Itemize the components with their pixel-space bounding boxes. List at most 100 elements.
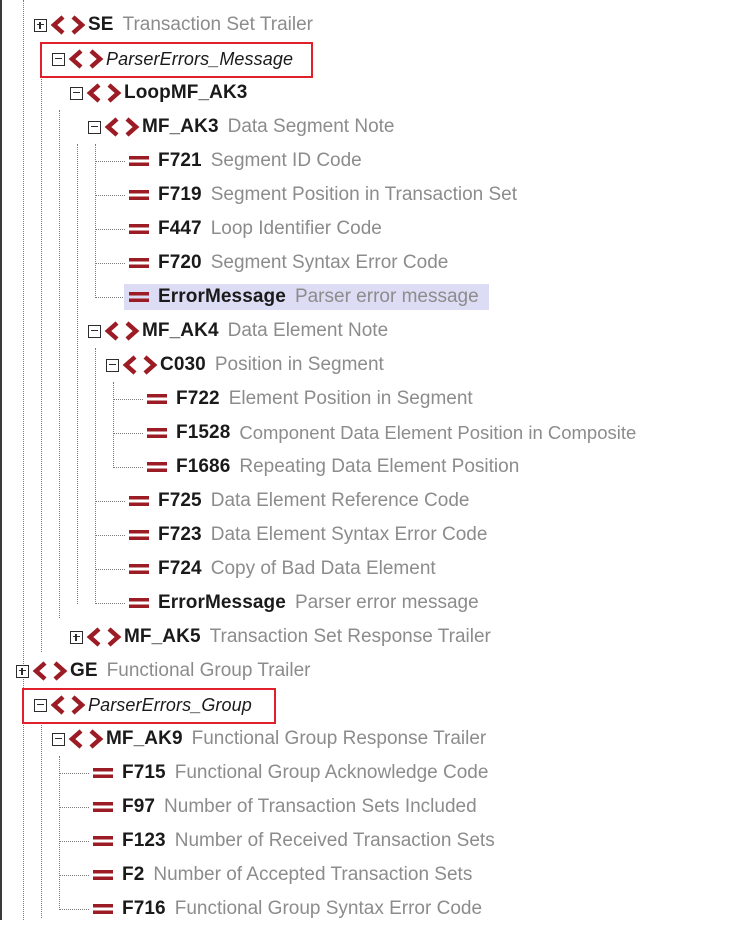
attribute-equals-icon — [129, 292, 149, 302]
attribute-equals-icon — [147, 428, 167, 438]
expand-toggle[interactable] — [34, 18, 47, 32]
tree-guide-line — [77, 144, 78, 604]
element-brackets-icon — [104, 321, 140, 341]
collapse-toggle[interactable] — [34, 698, 47, 712]
node-name: F722 — [176, 388, 220, 409]
element-brackets-icon — [86, 83, 122, 103]
tree-node-f720[interactable]: F720 Segment Syntax Error Code — [128, 246, 448, 280]
tree-node-f722[interactable]: F722 Element Position in Segment — [146, 382, 473, 416]
node-name: F725 — [158, 490, 202, 511]
tree-node-f723[interactable]: F723 Data Element Syntax Error Code — [128, 518, 487, 552]
tree-node-parsererrors-message[interactable]: ParserErrors_Message — [52, 42, 293, 76]
tree-node-errormessage-selected[interactable]: ErrorMessage Parser error message — [124, 280, 489, 314]
tree-guide-line — [23, 0, 24, 920]
tree-node-f716[interactable]: F716 Functional Group Syntax Error Code — [92, 892, 482, 926]
node-name: ParserErrors_Message — [106, 48, 294, 69]
tree-node-mf-ak5[interactable]: MF_AK5 Transaction Set Response Trailer — [70, 620, 491, 654]
node-description: Functional Group Syntax Error Code — [174, 898, 483, 919]
tree-guide-line — [95, 297, 125, 298]
tree-node-f719[interactable]: F719 Segment Position in Transaction Set — [128, 178, 517, 212]
tree-node-f97[interactable]: F97 Number of Transaction Sets Included — [92, 790, 477, 824]
tree-node-f123[interactable]: F123 Number of Received Transaction Sets — [92, 824, 495, 858]
node-name: MF_AK9 — [106, 728, 183, 749]
expand-toggle[interactable] — [16, 664, 29, 678]
tree-guide-line — [95, 263, 125, 264]
tree-guide-line — [41, 42, 42, 652]
tree-node-loopmf-ak3[interactable]: LoopMF_AK3 — [70, 76, 247, 110]
node-description: Segment Syntax Error Code — [210, 252, 449, 273]
expand-toggle[interactable] — [70, 630, 83, 644]
tree-guide-line — [113, 382, 114, 468]
attribute-equals-icon — [129, 564, 149, 574]
collapse-toggle[interactable] — [88, 324, 101, 338]
node-description: Repeating Data Element Position — [239, 456, 520, 477]
node-name: F719 — [158, 184, 202, 205]
attribute-equals-icon — [93, 870, 113, 880]
attribute-equals-icon — [129, 598, 149, 608]
tree-guide-line — [59, 807, 89, 808]
collapse-toggle[interactable] — [52, 52, 65, 66]
tree-node-mf-ak3[interactable]: MF_AK3 Data Segment Note — [88, 110, 394, 144]
element-brackets-icon — [122, 355, 158, 375]
element-brackets-icon — [68, 729, 104, 749]
node-description: Functional Group Acknowledge Code — [174, 762, 489, 783]
tree-node-errormessage[interactable]: ErrorMessage Parser error message — [128, 586, 479, 620]
collapse-toggle[interactable] — [52, 732, 65, 746]
tree-node-f725[interactable]: F725 Data Element Reference Code — [128, 484, 469, 518]
node-description: Number of Received Transaction Sets — [174, 830, 495, 851]
tree-node-parsererrors-group[interactable]: ParserErrors_Group — [34, 688, 252, 722]
tree-node-f1686[interactable]: F1686 Repeating Data Element Position — [146, 450, 519, 484]
tree-node-f721[interactable]: F721 Segment ID Code — [128, 144, 362, 178]
node-name: F724 — [158, 558, 202, 579]
tree-guide-line — [59, 773, 89, 774]
attribute-equals-icon — [93, 802, 113, 812]
tree-node-f2[interactable]: F2 Number of Accepted Transaction Sets — [92, 858, 472, 892]
node-description: Number of Accepted Transaction Sets — [153, 864, 473, 885]
element-brackets-icon — [50, 15, 86, 35]
node-name: F716 — [122, 898, 166, 919]
node-name: SE — [88, 14, 114, 35]
node-name: F723 — [158, 524, 202, 545]
tree-guide-line — [41, 722, 42, 918]
collapse-toggle[interactable] — [70, 86, 83, 100]
tree-node-f715[interactable]: F715 Functional Group Acknowledge Code — [92, 756, 488, 790]
node-name: F1686 — [176, 456, 231, 477]
node-description: Component Data Element Position in Compo… — [239, 422, 637, 443]
tree-node-ge[interactable]: GE Functional Group Trailer — [16, 654, 310, 688]
node-name: F2 — [122, 864, 145, 885]
attribute-equals-icon — [129, 156, 149, 166]
tree-guide-line — [95, 195, 125, 196]
node-description: Copy of Bad Data Element — [210, 558, 436, 579]
collapse-toggle[interactable] — [106, 358, 119, 372]
attribute-equals-icon — [147, 462, 167, 472]
node-description: Transaction Set Trailer — [122, 14, 313, 35]
node-name: F721 — [158, 150, 202, 171]
tree-node-f724[interactable]: F724 Copy of Bad Data Element — [128, 552, 436, 586]
node-description: Data Element Syntax Error Code — [210, 524, 488, 545]
node-name: C030 — [160, 354, 206, 375]
tree-guide-line — [113, 433, 143, 434]
tree-guide-line — [95, 569, 125, 570]
tree-node-c030[interactable]: C030 Position in Segment — [106, 348, 384, 382]
collapse-toggle[interactable] — [88, 120, 101, 134]
tree-node-f447[interactable]: F447 Loop Identifier Code — [128, 212, 382, 246]
element-brackets-icon — [68, 49, 104, 69]
element-brackets-icon — [50, 695, 86, 715]
tree-guide-line — [95, 535, 125, 536]
node-name: F1528 — [176, 422, 231, 443]
tree-node-mf-ak9[interactable]: MF_AK9 Functional Group Response Trailer — [52, 722, 486, 756]
node-name: F720 — [158, 252, 202, 273]
tree-node-f1528[interactable]: F1528 Component Data Element Position in… — [146, 416, 636, 450]
node-description: Position in Segment — [214, 354, 384, 375]
tree-guide-line — [95, 144, 96, 298]
attribute-equals-icon — [93, 768, 113, 778]
element-brackets-icon — [86, 627, 122, 647]
element-brackets-icon — [32, 661, 68, 681]
tree-guide-line — [59, 110, 60, 618]
tree-guide-line — [95, 348, 96, 604]
tree-node-se[interactable]: SE Transaction Set Trailer — [34, 8, 313, 42]
node-description: Segment Position in Transaction Set — [210, 184, 518, 205]
node-description: Element Position in Segment — [228, 388, 473, 409]
tree-node-mf-ak4[interactable]: MF_AK4 Data Element Note — [88, 314, 388, 348]
node-name: MF_AK5 — [124, 626, 201, 647]
